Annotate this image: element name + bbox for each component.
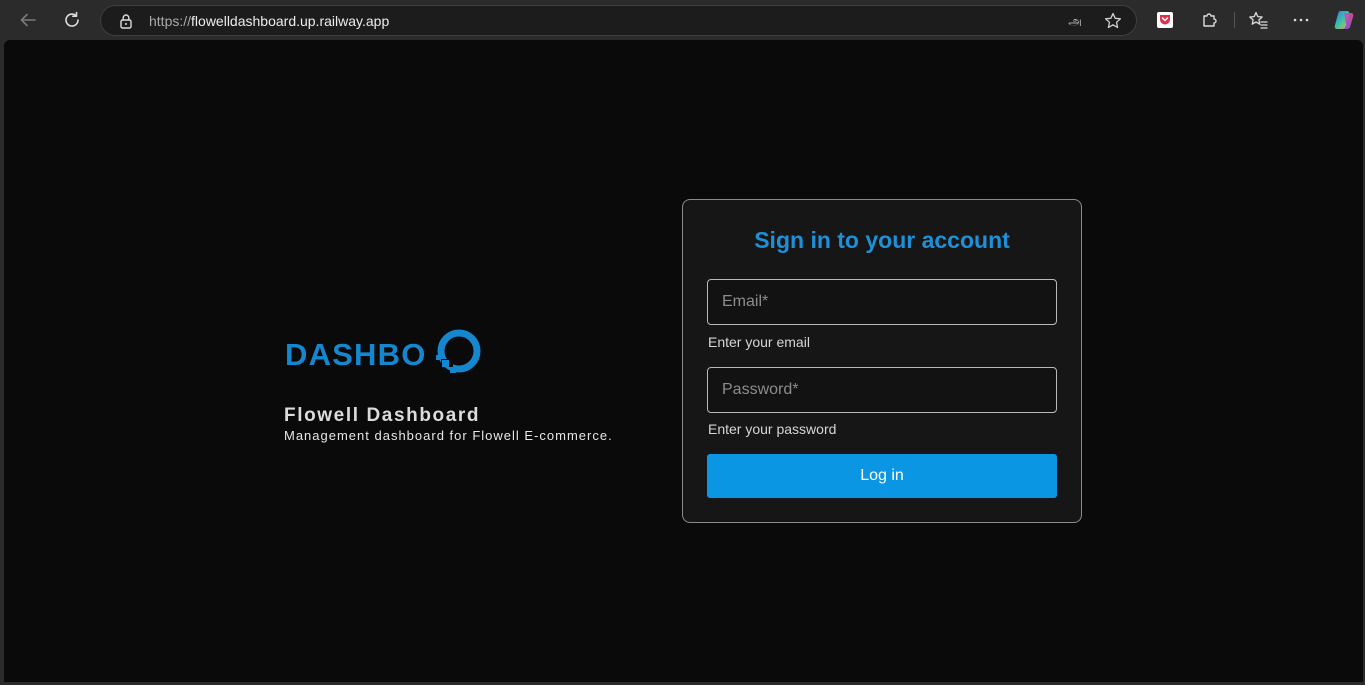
add-favorite-star-icon[interactable]	[1103, 11, 1123, 31]
url-scheme: https://	[149, 13, 192, 29]
back-button[interactable]	[12, 4, 44, 36]
password-field[interactable]	[707, 367, 1057, 413]
login-button[interactable]: Log in	[707, 454, 1057, 498]
address-bar[interactable]: https://flowelldashboard.up.railway.app …	[100, 5, 1137, 36]
login-card: Sign in to your account Enter your email…	[682, 199, 1082, 523]
password-helper-text: Enter your password	[708, 421, 837, 437]
reload-icon	[65, 11, 79, 27]
favorites-icon	[1249, 11, 1268, 29]
arrow-left-icon	[20, 13, 36, 27]
logo-text: DASHBO	[285, 337, 427, 372]
reload-button[interactable]	[56, 4, 88, 36]
pocket-icon	[1157, 12, 1173, 28]
url-host: flowelldashboard.up.railway.app	[191, 13, 390, 29]
pocket-extension-button[interactable]	[1149, 4, 1181, 36]
url-text[interactable]: https://flowelldashboard.up.railway.app	[149, 13, 389, 29]
translate-icon[interactable]: அ	[1064, 10, 1086, 32]
brand-subtitle: Management dashboard for Flowell E-comme…	[284, 428, 613, 443]
email-field[interactable]	[707, 279, 1057, 325]
dashbo-logo: DASHBO	[285, 329, 481, 373]
puzzle-icon	[1203, 13, 1217, 27]
email-helper-text: Enter your email	[708, 334, 810, 350]
copilot-button[interactable]	[1328, 4, 1360, 36]
extensions-button[interactable]	[1193, 4, 1225, 36]
favorites-button[interactable]	[1242, 4, 1274, 36]
more-dots-icon	[1293, 18, 1309, 22]
toolbar-separator	[1234, 12, 1235, 28]
brand-title: Flowell Dashboard	[284, 405, 481, 426]
page-viewport: DASHBO Flowell Dashboard Management dash…	[4, 40, 1363, 682]
login-card-title: Sign in to your account	[754, 227, 1010, 253]
browser-toolbar: https://flowelldashboard.up.railway.app …	[0, 0, 1365, 40]
copilot-icon	[1334, 11, 1354, 29]
more-options-button[interactable]	[1285, 4, 1317, 36]
brand-section: DASHBO Flowell Dashboard Management dash…	[284, 325, 664, 444]
lock-icon[interactable]	[118, 13, 134, 29]
